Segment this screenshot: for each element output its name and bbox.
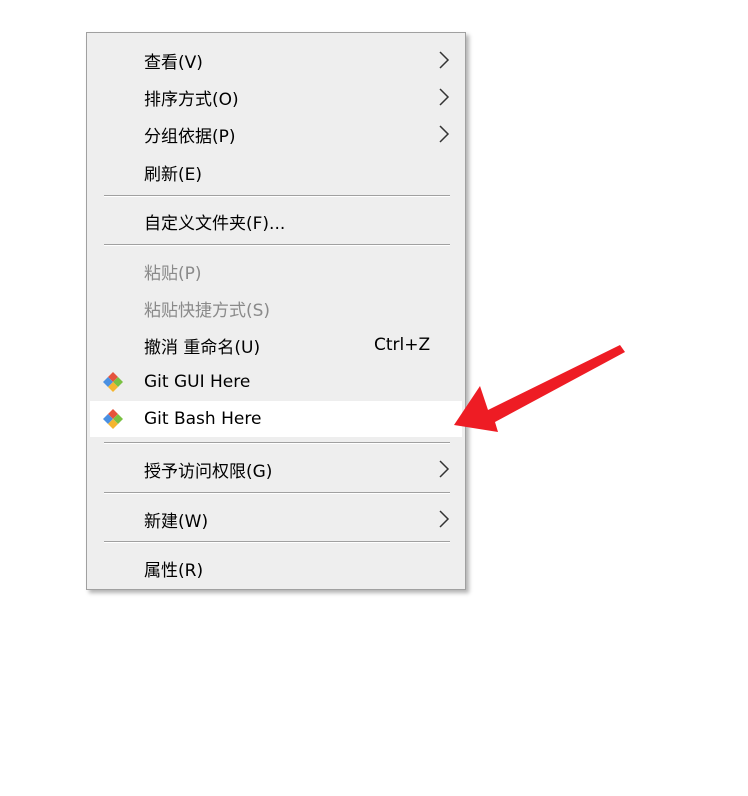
menu-item-label: 自定义文件夹(F)... — [144, 213, 286, 234]
menu-item-label: 刷新(E) — [144, 164, 203, 185]
menu-separator — [104, 442, 450, 444]
menu-separator — [104, 492, 450, 494]
git-gui-icon — [102, 371, 124, 393]
chevron-right-icon — [434, 124, 454, 144]
menu-item-undo-rename[interactable]: 撤消 重命名(U) Ctrl+Z — [90, 327, 462, 363]
red-arrow-annotation — [454, 345, 625, 432]
menu-item-refresh[interactable]: 刷新(E) — [90, 154, 462, 190]
menu-separator — [104, 195, 450, 197]
menu-item-label: 属性(R) — [144, 560, 204, 581]
menu-item-customize-folder[interactable]: 自定义文件夹(F)... — [90, 203, 462, 239]
chevron-right-icon — [434, 509, 454, 529]
menu-item-label: Git GUI Here — [144, 372, 251, 392]
menu-item-properties[interactable]: 属性(R) — [90, 550, 462, 586]
menu-item-label: Git Bash Here — [144, 409, 262, 429]
shortcut-label: Ctrl+Z — [374, 335, 431, 355]
menu-item-git-bash-here[interactable]: Git Bash Here — [90, 401, 462, 437]
git-bash-icon — [102, 408, 124, 430]
menu-item-view[interactable]: 查看(V) — [90, 42, 462, 78]
menu-item-sort-by[interactable]: 排序方式(O) — [90, 79, 462, 115]
menu-item-new[interactable]: 新建(W) — [90, 501, 462, 537]
menu-item-label: 新建(W) — [144, 511, 209, 532]
menu-item-label: 排序方式(O) — [144, 89, 239, 110]
menu-item-label: 粘贴(P) — [144, 263, 202, 284]
menu-separator — [104, 541, 450, 543]
menu-item-group-by[interactable]: 分组依据(P) — [90, 116, 462, 152]
menu-item-paste[interactable]: 粘贴(P) — [90, 253, 462, 289]
menu-item-git-gui-here[interactable]: Git GUI Here — [90, 364, 462, 400]
menu-item-paste-shortcut[interactable]: 粘贴快捷方式(S) — [90, 290, 462, 326]
chevron-right-icon — [434, 87, 454, 107]
menu-item-label: 查看(V) — [144, 52, 203, 73]
arrow-icon — [454, 345, 625, 432]
menu-separator — [104, 244, 450, 246]
chevron-right-icon — [434, 50, 454, 70]
chevron-right-icon — [434, 459, 454, 479]
menu-item-label: 分组依据(P) — [144, 126, 236, 147]
menu-item-label: 粘贴快捷方式(S) — [144, 300, 271, 321]
context-menu: 查看(V) 排序方式(O) 分组依据(P) 刷新(E) 自定义文件夹(F)...… — [86, 32, 466, 590]
menu-item-label: 授予访问权限(G) — [144, 461, 273, 482]
menu-item-give-access[interactable]: 授予访问权限(G) — [90, 451, 462, 487]
menu-item-label: 撤消 重命名(U) — [144, 337, 261, 358]
